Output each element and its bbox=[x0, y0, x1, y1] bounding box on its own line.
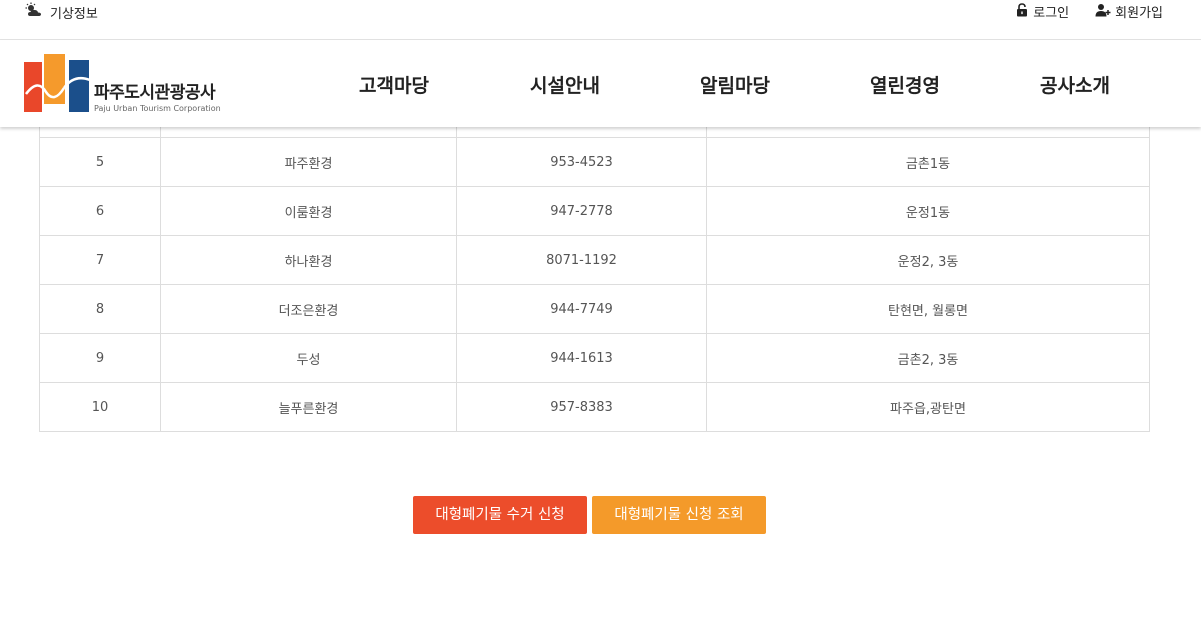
company-name: 두성 bbox=[160, 333, 457, 383]
table-cell bbox=[706, 125, 1150, 138]
company-name: 하나환경 bbox=[160, 235, 457, 285]
row-number: 8 bbox=[39, 284, 161, 334]
phone-number: 953-4523 bbox=[456, 137, 707, 187]
collector-table: 5 파주환경 953-4523 금촌1동 6 이룸환경 947-2778 운정1… bbox=[39, 125, 1150, 432]
weather-label: 기상정보 bbox=[50, 6, 98, 22]
table-row-partial bbox=[39, 125, 1150, 138]
row-number: 10 bbox=[39, 382, 161, 432]
table-cell bbox=[39, 125, 161, 138]
table-row: 5 파주환경 953-4523 금촌1동 bbox=[39, 137, 1150, 187]
company-name: 더조은환경 bbox=[160, 284, 457, 334]
phone-number: 947-2778 bbox=[456, 186, 707, 236]
phone-number: 944-7749 bbox=[456, 284, 707, 334]
company-name: 이룸환경 bbox=[160, 186, 457, 236]
logo-name-en: Paju Urban Tourism Corporation bbox=[94, 104, 221, 113]
table-row: 6 이룸환경 947-2778 운정1동 bbox=[39, 186, 1150, 236]
table-cell bbox=[160, 125, 457, 138]
collector-table-grid: 5 파주환경 953-4523 금촌1동 6 이룸환경 947-2778 운정1… bbox=[39, 125, 1150, 432]
service-area: 운정2, 3동 bbox=[706, 235, 1150, 285]
service-area: 운정1동 bbox=[706, 186, 1150, 236]
logo-text: 파주도시관광공사 Paju Urban Tourism Corporation bbox=[94, 78, 221, 113]
service-area: 탄현면, 월롱면 bbox=[706, 284, 1150, 334]
row-number: 6 bbox=[39, 186, 161, 236]
bulky-waste-lookup-button[interactable]: 대형폐기물 신청 조회 bbox=[592, 496, 766, 534]
phone-number: 944-1613 bbox=[456, 333, 707, 383]
phone-number: 8071-1192 bbox=[456, 235, 707, 285]
table-row: 8 더조은환경 944-7749 탄현면, 월롱면 bbox=[39, 284, 1150, 334]
main-nav: 고객마당 시설안내 알림마당 열린경영 공사소개 bbox=[300, 40, 1180, 127]
company-name: 파주환경 bbox=[160, 137, 457, 187]
signup-link[interactable]: 회원가입 bbox=[1095, 2, 1163, 21]
action-buttons: 대형폐기물 수거 신청 대형폐기물 신청 조회 bbox=[413, 496, 766, 534]
weather-link[interactable]: 기상정보 bbox=[24, 2, 98, 22]
account-links: 로그인 회원가입 bbox=[1015, 2, 1163, 21]
signup-label: 회원가입 bbox=[1115, 6, 1163, 21]
table-row: 9 두성 944-1613 금촌2, 3동 bbox=[39, 333, 1150, 383]
login-label: 로그인 bbox=[1033, 6, 1070, 21]
main-header: 파주도시관광공사 Paju Urban Tourism Corporation … bbox=[0, 40, 1201, 127]
user-plus-icon bbox=[1095, 3, 1111, 21]
login-link[interactable]: 로그인 bbox=[1015, 2, 1069, 21]
site-logo[interactable]: 파주도시관광공사 Paju Urban Tourism Corporation bbox=[24, 54, 229, 113]
lock-icon bbox=[1015, 2, 1029, 21]
service-area: 금촌1동 bbox=[706, 137, 1150, 187]
service-area: 파주읍,광탄면 bbox=[706, 382, 1150, 432]
utility-bar: 기상정보 로그인 회원가입 bbox=[0, 0, 1201, 40]
row-number: 7 bbox=[39, 235, 161, 285]
weather-cloud-sun-icon bbox=[24, 2, 44, 22]
table-row: 10 늘푸른환경 957-8383 파주읍,광탄면 bbox=[39, 382, 1150, 432]
service-area: 금촌2, 3동 bbox=[706, 333, 1150, 383]
company-name: 늘푸른환경 bbox=[160, 382, 457, 432]
nav-notices[interactable]: 알림마당 bbox=[700, 71, 770, 98]
bulky-waste-apply-button[interactable]: 대형폐기물 수거 신청 bbox=[413, 496, 587, 534]
nav-about[interactable]: 공사소개 bbox=[1040, 71, 1110, 98]
nav-management[interactable]: 열린경영 bbox=[870, 71, 940, 98]
row-number: 5 bbox=[39, 137, 161, 187]
nav-customer[interactable]: 고객마당 bbox=[359, 71, 429, 98]
table-row: 7 하나환경 8071-1192 운정2, 3동 bbox=[39, 235, 1150, 285]
phone-number: 957-8383 bbox=[456, 382, 707, 432]
table-cell bbox=[456, 125, 707, 138]
logo-mark-icon bbox=[24, 54, 94, 116]
logo-name-ko: 파주도시관광공사 bbox=[94, 83, 216, 103]
nav-facilities[interactable]: 시설안내 bbox=[530, 71, 600, 98]
row-number: 9 bbox=[39, 333, 161, 383]
